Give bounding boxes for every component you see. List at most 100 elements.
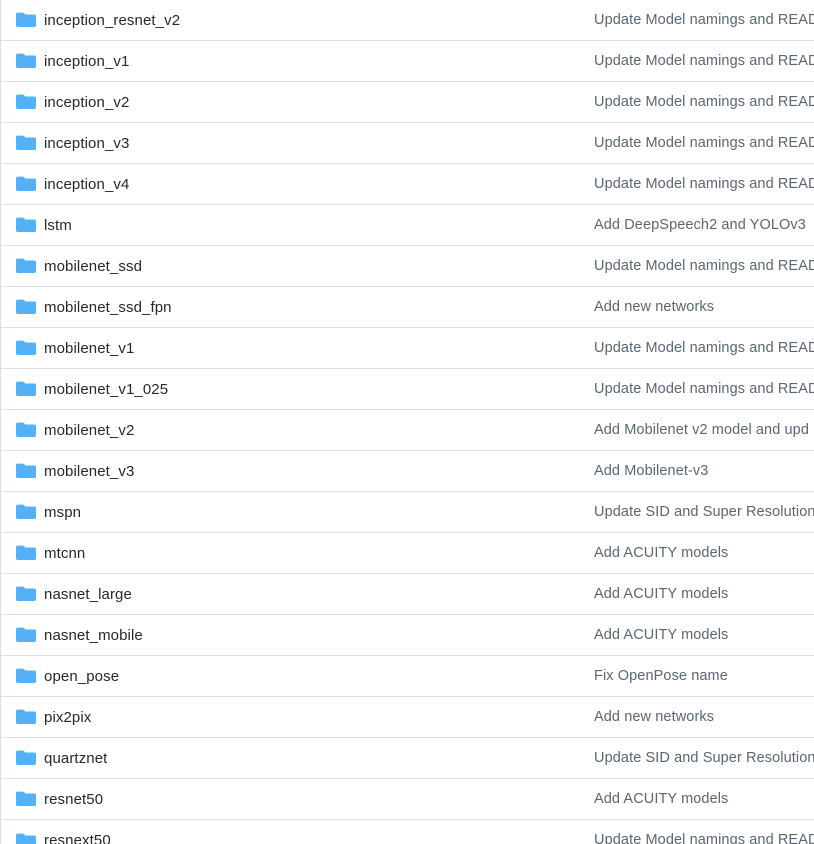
table-row[interactable]: pix2pix Add new networks <box>1 697 814 738</box>
file-name-cell: nasnet_large <box>1 585 589 604</box>
commit-message-cell: Update Model namings and READ <box>589 257 814 276</box>
commit-message-link[interactable]: Add Mobilenet-v3 <box>594 462 814 481</box>
folder-icon <box>16 12 44 28</box>
commit-message-link[interactable]: Update Model namings and READ <box>594 134 814 153</box>
file-name-cell: pix2pix <box>1 708 589 727</box>
table-row[interactable]: mobilenet_v3 Add Mobilenet-v3 <box>1 451 814 492</box>
commit-message-link[interactable]: Fix OpenPose name <box>594 667 814 686</box>
commit-message-cell: Update Model namings and READ <box>589 831 814 844</box>
commit-message-cell: Add ACUITY models <box>589 544 814 563</box>
file-name-cell: mobilenet_v2 <box>1 421 589 440</box>
file-name-link[interactable]: inception_resnet_v2 <box>44 11 180 30</box>
commit-message-cell: Update Model namings and READ <box>589 175 814 194</box>
table-row[interactable]: mobilenet_ssd_fpn Add new networks <box>1 287 814 328</box>
commit-message-cell: Update SID and Super Resolution <box>589 749 814 768</box>
table-row[interactable]: mtcnn Add ACUITY models <box>1 533 814 574</box>
file-name-cell: resnet50 <box>1 790 589 809</box>
file-name-link[interactable]: mobilenet_ssd_fpn <box>44 298 172 317</box>
file-name-cell: mtcnn <box>1 544 589 563</box>
folder-icon <box>16 217 44 233</box>
table-row[interactable]: nasnet_mobile Add ACUITY models <box>1 615 814 656</box>
folder-icon <box>16 586 44 602</box>
table-row[interactable]: inception_v4 Update Model namings and REA… <box>1 164 814 205</box>
table-row[interactable]: mobilenet_ssd Update Model namings and RE… <box>1 246 814 287</box>
file-name-link[interactable]: resnext50 <box>44 831 111 844</box>
commit-message-link[interactable]: Add ACUITY models <box>594 790 814 809</box>
table-row[interactable]: mobilenet_v1 Update Model namings and REA… <box>1 328 814 369</box>
commit-message-link[interactable]: Update Model namings and READ <box>594 380 814 399</box>
folder-icon <box>16 381 44 397</box>
table-row[interactable]: inception_v3 Update Model namings and REA… <box>1 123 814 164</box>
file-name-link[interactable]: resnet50 <box>44 790 103 809</box>
file-name-cell: inception_v2 <box>1 93 589 112</box>
commit-message-link[interactable]: Update Model namings and READ <box>594 11 814 30</box>
table-row[interactable]: mobilenet_v2 Add Mobilenet v2 model and u… <box>1 410 814 451</box>
commit-message-link[interactable]: Add DeepSpeech2 and YOLOv3 <box>594 216 814 235</box>
table-row[interactable]: inception_resnet_v2 Update Model namings … <box>1 0 814 41</box>
folder-icon <box>16 545 44 561</box>
file-name-cell: inception_v1 <box>1 52 589 71</box>
commit-message-link[interactable]: Add new networks <box>594 708 814 727</box>
table-row[interactable]: open_pose Fix OpenPose name <box>1 656 814 697</box>
file-name-link[interactable]: lstm <box>44 216 72 235</box>
table-row[interactable]: resnet50 Add ACUITY models <box>1 779 814 820</box>
table-row[interactable]: mobilenet_v1_025 Update Model namings and… <box>1 369 814 410</box>
commit-message-link[interactable]: Add ACUITY models <box>594 585 814 604</box>
file-name-link[interactable]: inception_v3 <box>44 134 129 153</box>
commit-message-link[interactable]: Add new networks <box>594 298 814 317</box>
file-name-link[interactable]: mobilenet_v1_025 <box>44 380 168 399</box>
file-name-cell: resnext50 <box>1 831 589 844</box>
commit-message-link[interactable]: Update Model namings and READ <box>594 831 814 844</box>
file-name-link[interactable]: inception_v2 <box>44 93 129 112</box>
table-row[interactable]: mspn Update SID and Super Resolution <box>1 492 814 533</box>
commit-message-cell: Update Model namings and READ <box>589 134 814 153</box>
file-name-cell: inception_v4 <box>1 175 589 194</box>
file-name-link[interactable]: mspn <box>44 503 81 522</box>
folder-icon <box>16 709 44 725</box>
commit-message-cell: Update Model namings and READ <box>589 93 814 112</box>
file-name-cell: mobilenet_v3 <box>1 462 589 481</box>
folder-icon <box>16 463 44 479</box>
folder-icon <box>16 258 44 274</box>
commit-message-cell: Add new networks <box>589 708 814 727</box>
file-name-link[interactable]: nasnet_large <box>44 585 132 604</box>
file-name-link[interactable]: inception_v1 <box>44 52 129 71</box>
commit-message-link[interactable]: Update SID and Super Resolution <box>594 749 814 768</box>
table-row[interactable]: quartznet Update SID and Super Resolution <box>1 738 814 779</box>
folder-icon <box>16 791 44 807</box>
commit-message-link[interactable]: Add ACUITY models <box>594 626 814 645</box>
commit-message-link[interactable]: Update SID and Super Resolution <box>594 503 814 522</box>
folder-icon <box>16 504 44 520</box>
commit-message-link[interactable]: Update Model namings and READ <box>594 93 814 112</box>
commit-message-cell: Add DeepSpeech2 and YOLOv3 <box>589 216 814 235</box>
file-name-link[interactable]: quartznet <box>44 749 107 768</box>
commit-message-link[interactable]: Add Mobilenet v2 model and upd <box>594 421 814 440</box>
file-name-cell: mobilenet_ssd <box>1 257 589 276</box>
commit-message-cell: Update Model namings and READ <box>589 339 814 358</box>
file-name-link[interactable]: inception_v4 <box>44 175 129 194</box>
commit-message-cell: Update Model namings and READ <box>589 380 814 399</box>
file-name-link[interactable]: mobilenet_v2 <box>44 421 134 440</box>
file-name-link[interactable]: pix2pix <box>44 708 91 727</box>
folder-icon <box>16 750 44 766</box>
commit-message-link[interactable]: Update Model namings and READ <box>594 52 814 71</box>
commit-message-cell: Fix OpenPose name <box>589 667 814 686</box>
file-name-link[interactable]: open_pose <box>44 667 119 686</box>
table-row[interactable]: lstm Add DeepSpeech2 and YOLOv3 <box>1 205 814 246</box>
commit-message-link[interactable]: Update Model namings and READ <box>594 339 814 358</box>
commit-message-link[interactable]: Update Model namings and READ <box>594 175 814 194</box>
commit-message-cell: Update Model namings and READ <box>589 52 814 71</box>
file-name-cell: inception_resnet_v2 <box>1 11 589 30</box>
table-row[interactable]: nasnet_large Add ACUITY models <box>1 574 814 615</box>
file-name-link[interactable]: mobilenet_v3 <box>44 462 134 481</box>
file-name-link[interactable]: mobilenet_ssd <box>44 257 142 276</box>
table-row[interactable]: inception_v1 Update Model namings and REA… <box>1 41 814 82</box>
table-row[interactable]: resnext50 Update Model namings and READ <box>1 820 814 844</box>
commit-message-link[interactable]: Update Model namings and READ <box>594 257 814 276</box>
file-name-link[interactable]: mobilenet_v1 <box>44 339 134 358</box>
file-name-link[interactable]: nasnet_mobile <box>44 626 143 645</box>
folder-icon <box>16 340 44 356</box>
commit-message-link[interactable]: Add ACUITY models <box>594 544 814 563</box>
file-name-link[interactable]: mtcnn <box>44 544 85 563</box>
table-row[interactable]: inception_v2 Update Model namings and REA… <box>1 82 814 123</box>
